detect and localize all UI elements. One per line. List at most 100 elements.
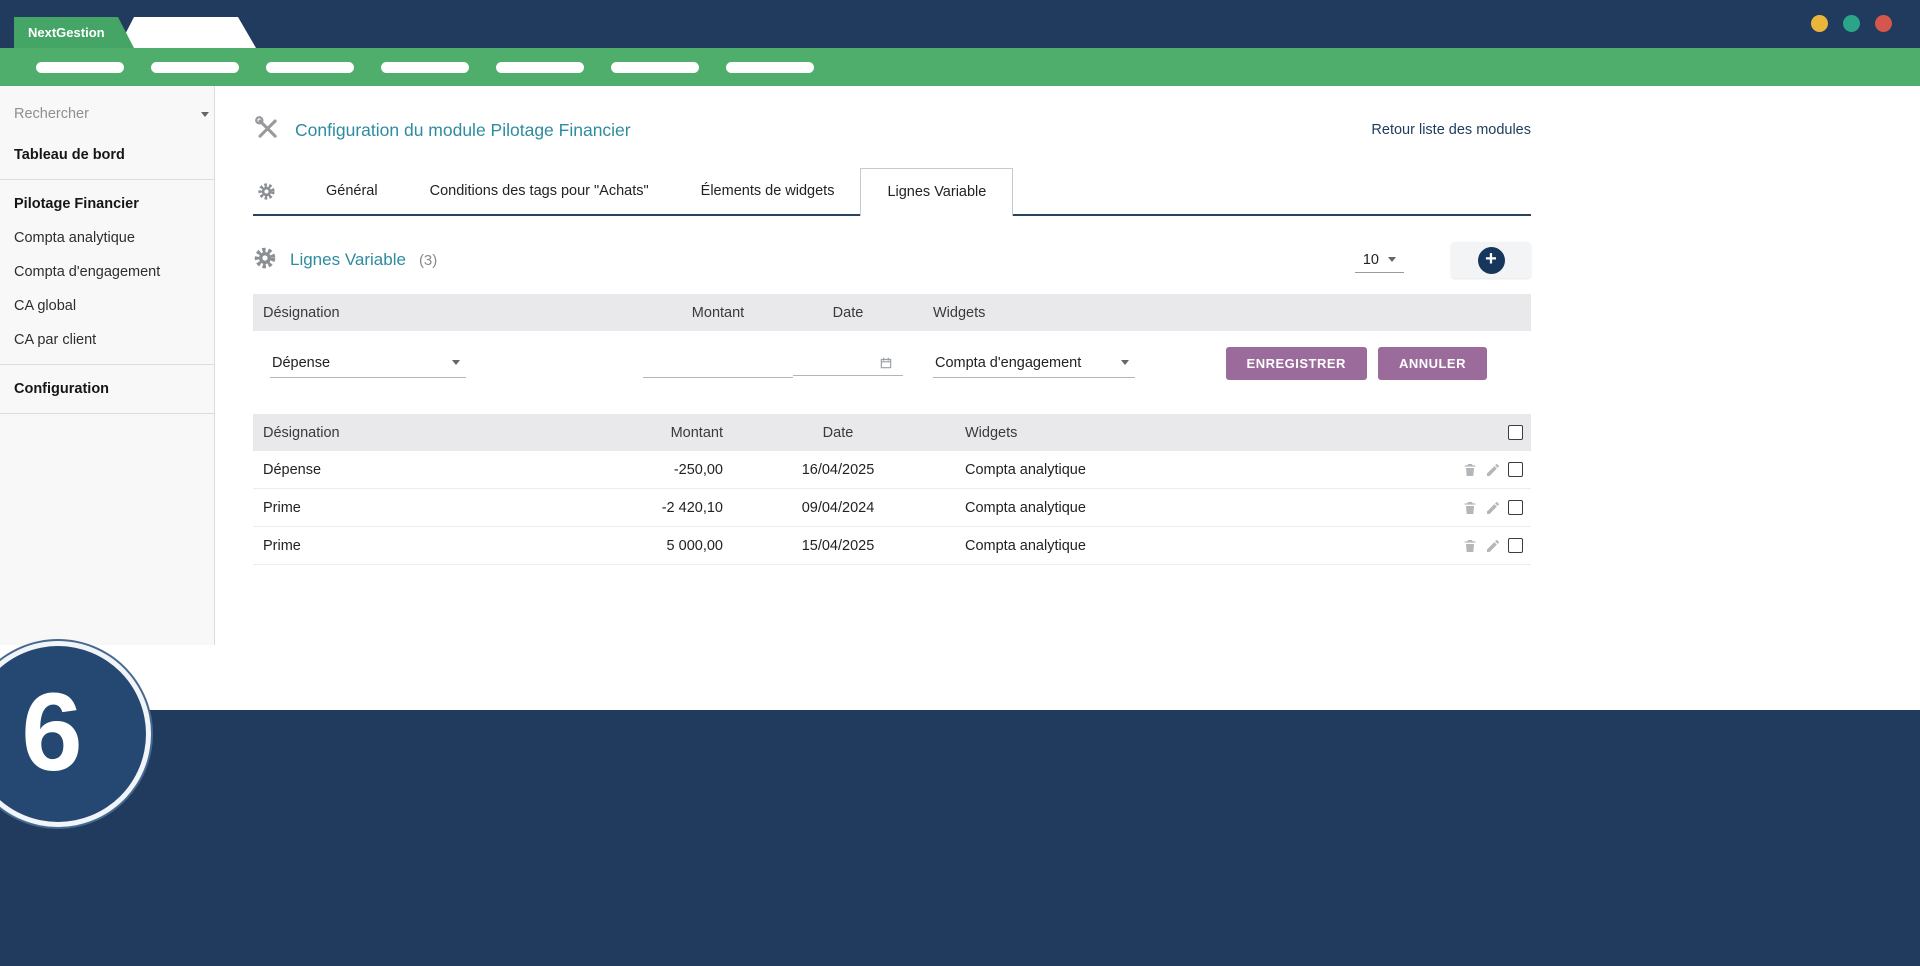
nav-pill[interactable]: [726, 62, 814, 73]
cell-montant: -250,00: [643, 462, 723, 478]
widgets-selected-value: Compta d'engagement: [935, 355, 1081, 371]
sidebar-search: [0, 86, 214, 138]
main-panel: Configuration du module Pilotage Financi…: [215, 86, 1920, 645]
delete-icon[interactable]: [1462, 500, 1478, 516]
chevron-down-icon: [1121, 360, 1129, 365]
form-header-date: Date: [793, 305, 903, 321]
nav-pill[interactable]: [381, 62, 469, 73]
form-header-montant: Montant: [643, 305, 793, 321]
sidebar-item-configuration[interactable]: Configuration: [0, 372, 214, 406]
cell-designation: Prime: [253, 538, 643, 554]
cell-widgets: Compta analytique: [953, 538, 1439, 554]
row-checkbox[interactable]: [1508, 500, 1523, 515]
plus-icon: +: [1478, 247, 1505, 274]
sidebar-item-tableau-de-bord[interactable]: Tableau de bord: [0, 138, 214, 172]
main-nav-bar: [0, 48, 1920, 86]
gear-icon[interactable]: [253, 168, 300, 214]
app-window: NextGestion Tableau de bord Pilotage Fin…: [0, 0, 1920, 966]
cell-date: 09/04/2024: [723, 500, 953, 516]
brand-name: NextGestion: [28, 25, 105, 40]
window-minimize-dot[interactable]: [1811, 15, 1828, 32]
sidebar-item-compta-engagement[interactable]: Compta d'engagement: [0, 255, 214, 289]
cell-date: 16/04/2025: [723, 462, 953, 478]
table-header-designation: Désignation: [253, 425, 643, 441]
nav-pill[interactable]: [611, 62, 699, 73]
window-maximize-dot[interactable]: [1843, 15, 1860, 32]
tab-conditions-tags-achats[interactable]: Conditions des tags pour "Achats": [404, 168, 675, 214]
edit-icon[interactable]: [1485, 500, 1501, 516]
cell-designation: Prime: [253, 500, 643, 516]
table-header-montant: Montant: [643, 425, 723, 441]
select-all-checkbox[interactable]: [1508, 425, 1523, 440]
tab-bar: Général Conditions des tags pour "Achats…: [253, 168, 1531, 216]
sidebar-item-ca-par-client[interactable]: CA par client: [0, 323, 214, 357]
chevron-down-icon: [452, 360, 460, 365]
table-header-widgets: Widgets: [953, 425, 1439, 441]
chevron-down-icon: [1388, 257, 1396, 262]
row-checkbox[interactable]: [1508, 538, 1523, 553]
designation-selected-value: Dépense: [272, 355, 330, 371]
cell-widgets: Compta analytique: [953, 462, 1439, 478]
sidebar-item-pilotage-financier[interactable]: Pilotage Financier: [0, 187, 214, 221]
section-title: Lignes Variable: [290, 250, 406, 270]
window-controls: [1811, 15, 1892, 32]
cell-date: 15/04/2025: [723, 538, 953, 554]
chevron-down-icon[interactable]: [201, 112, 209, 117]
nav-pill[interactable]: [266, 62, 354, 73]
sidebar-divider: [0, 179, 214, 180]
cell-designation: Dépense: [253, 462, 643, 478]
page-size-value: 10: [1363, 252, 1379, 268]
nav-pill[interactable]: [151, 62, 239, 73]
add-line-button[interactable]: +: [1451, 242, 1531, 278]
table-row: Prime -2 420,10 09/04/2024 Compta analyt…: [253, 489, 1531, 527]
calendar-icon[interactable]: [879, 356, 893, 370]
content-footer-gap: [0, 645, 1920, 710]
sidebar: Tableau de bord Pilotage Financier Compt…: [0, 86, 215, 645]
window-close-dot[interactable]: [1875, 15, 1892, 32]
cell-montant: -2 420,10: [643, 500, 723, 516]
nav-pill[interactable]: [496, 62, 584, 73]
new-line-form: Dépense: [253, 331, 1531, 395]
delete-icon[interactable]: [1462, 462, 1478, 478]
sidebar-item-ca-global[interactable]: CA global: [0, 289, 214, 323]
tab-general[interactable]: Général: [300, 168, 404, 214]
date-field: [793, 351, 903, 376]
form-header-widgets: Widgets: [933, 305, 1531, 321]
save-button[interactable]: ENREGISTRER: [1226, 347, 1367, 380]
page-size-select[interactable]: 10: [1355, 248, 1404, 273]
delete-icon[interactable]: [1462, 538, 1478, 554]
table-row: Prime 5 000,00 15/04/2025 Compta analyti…: [253, 527, 1531, 565]
sidebar-divider: [0, 364, 214, 365]
cell-widgets: Compta analytique: [953, 500, 1439, 516]
edit-icon[interactable]: [1485, 462, 1501, 478]
nav-pill[interactable]: [36, 62, 124, 73]
back-to-modules-link[interactable]: Retour liste des modules: [1371, 122, 1531, 138]
table-header-bar: Désignation Montant Date Widgets: [253, 414, 1531, 451]
sidebar-divider: [0, 413, 214, 414]
section-count: (3): [419, 252, 437, 269]
cancel-button[interactable]: ANNULER: [1378, 347, 1487, 380]
tab-elements-widgets[interactable]: Élements de widgets: [675, 168, 861, 214]
form-header-designation: Désignation: [253, 305, 643, 321]
table-header-date: Date: [723, 425, 953, 441]
table-row: Dépense -250,00 16/04/2025 Compta analyt…: [253, 451, 1531, 489]
secondary-tab[interactable]: [118, 17, 256, 48]
gear-icon: [253, 246, 277, 275]
tools-icon: [253, 114, 281, 147]
form-header-bar: Désignation Montant Date Widgets: [253, 294, 1531, 331]
tab-lignes-variable[interactable]: Lignes Variable: [860, 168, 1013, 216]
date-input[interactable]: [795, 355, 879, 371]
top-bar: NextGestion: [0, 0, 1920, 48]
step-number: 6: [21, 669, 82, 796]
row-checkbox[interactable]: [1508, 462, 1523, 477]
footer-band: [0, 710, 1920, 966]
widgets-select[interactable]: Compta d'engagement: [933, 349, 1135, 378]
brand-logo: NextGestion: [14, 17, 134, 48]
edit-icon[interactable]: [1485, 538, 1501, 554]
cell-montant: 5 000,00: [643, 538, 723, 554]
sidebar-item-compta-analytique[interactable]: Compta analytique: [0, 221, 214, 255]
montant-input[interactable]: [643, 349, 793, 378]
search-input[interactable]: [14, 106, 201, 122]
page-title: Configuration du module Pilotage Financi…: [295, 120, 631, 141]
designation-select[interactable]: Dépense: [270, 349, 466, 378]
